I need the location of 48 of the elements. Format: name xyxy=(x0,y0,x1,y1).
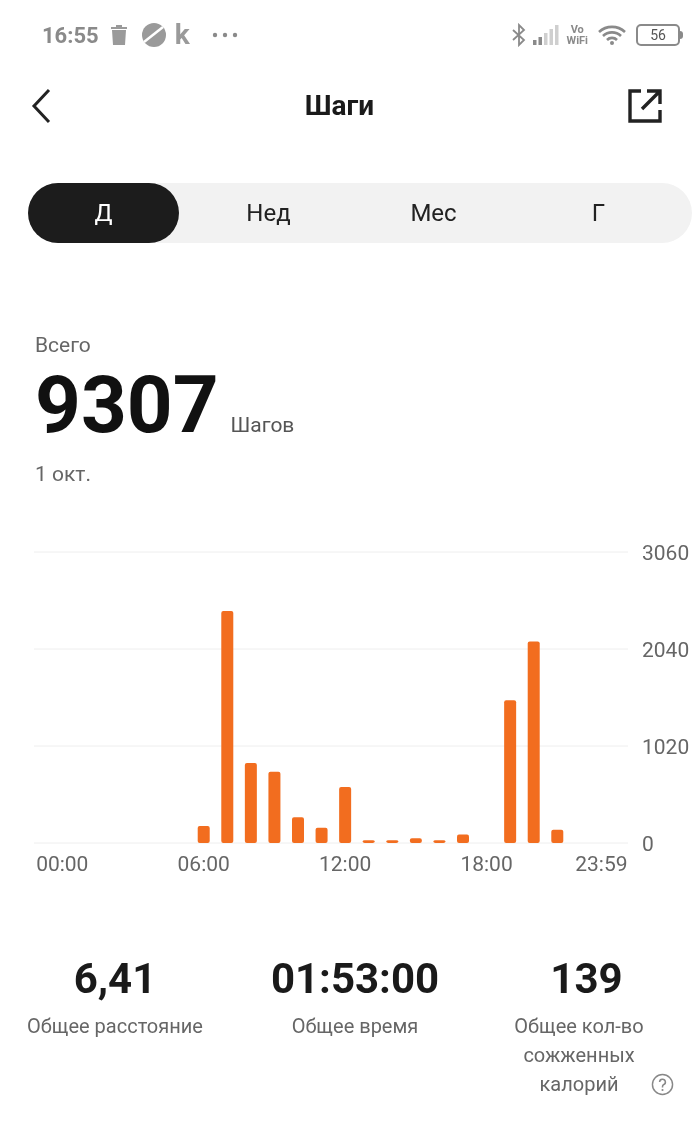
x-tick-label: 23:59 xyxy=(575,851,628,876)
status-time: 16:55 xyxy=(42,21,99,50)
y-tick-label: 3060 xyxy=(642,540,690,565)
y-tick-label: 1020 xyxy=(642,734,690,759)
stat-value: 01:53:00 xyxy=(270,953,440,1004)
more-icon xyxy=(211,32,238,38)
stat-value: 6,41 xyxy=(73,953,157,1004)
step-bar xyxy=(268,771,281,843)
step-bar xyxy=(197,825,210,843)
battery-indicator: 56 xyxy=(636,24,683,46)
step-bar xyxy=(551,829,564,843)
x-tick-label: 06:00 xyxy=(177,851,230,876)
stat-label: Общее время xyxy=(291,1012,419,1040)
step-bar xyxy=(386,839,399,843)
vowifi-label: WiFi xyxy=(566,35,588,46)
step-bar xyxy=(409,837,422,843)
step-bar xyxy=(315,827,328,843)
x-tick-label: 00:00 xyxy=(36,851,89,876)
step-bar xyxy=(433,839,446,843)
help-icon[interactable] xyxy=(651,1072,674,1096)
y-tick-label: 2040 xyxy=(642,637,690,662)
bluetooth-icon xyxy=(510,23,527,47)
wifi-icon xyxy=(598,25,626,45)
x-tick-label: 18:00 xyxy=(460,851,513,876)
app-letter: k xyxy=(174,21,190,49)
period-tab[interactable]: Д xyxy=(28,183,179,243)
signal-icon xyxy=(532,25,559,45)
share-icon[interactable] xyxy=(627,88,663,124)
period-tab[interactable]: Г xyxy=(523,183,674,243)
y-tick-label: 0 xyxy=(642,831,654,856)
period-tab[interactable]: Мес xyxy=(358,183,509,243)
stat-value: 139 xyxy=(550,953,623,1004)
total-steps: 9307 xyxy=(35,365,219,445)
stat-label: Общее кол-во сожженных калорий xyxy=(513,1012,645,1098)
vowifi-label: Vo xyxy=(570,24,584,35)
trash-icon xyxy=(108,24,129,46)
step-bar xyxy=(292,816,304,843)
steps-unit: Шагов xyxy=(230,411,295,439)
date-label: 1 окт. xyxy=(35,461,92,488)
x-tick-label: 12:00 xyxy=(319,851,372,876)
step-bar xyxy=(339,786,352,843)
step-bar xyxy=(362,839,375,843)
page-title: Шаги xyxy=(304,89,375,122)
back-icon[interactable] xyxy=(30,88,52,124)
step-bar xyxy=(457,833,469,843)
stat-label: Общее расстояние xyxy=(27,1012,203,1040)
total-label: Всего xyxy=(35,332,92,359)
period-tab[interactable]: Нед xyxy=(193,183,344,243)
